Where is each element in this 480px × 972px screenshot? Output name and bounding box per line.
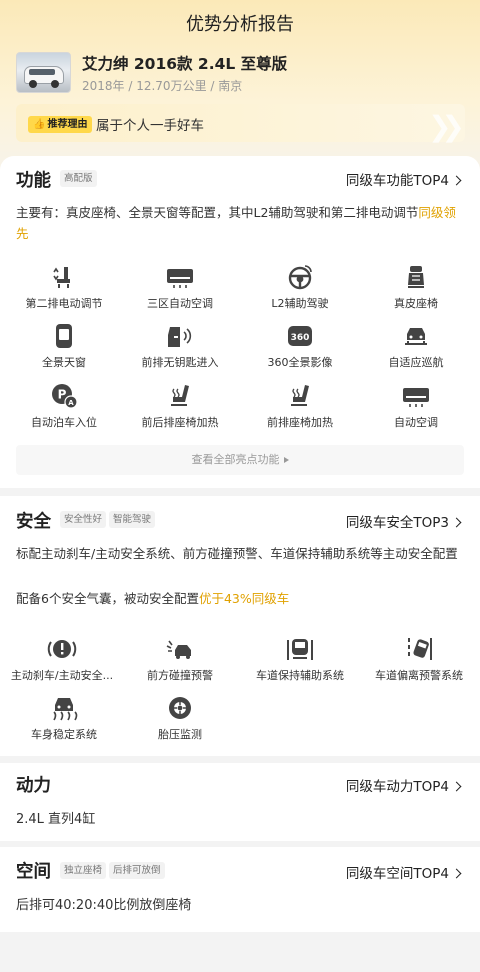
svg-text:360: 360 (291, 333, 310, 343)
auto-parking-icon: PA (52, 384, 78, 409)
adaptive-cruise-icon (405, 328, 427, 345)
feature-item[interactable]: 360 360全景影像 (244, 323, 356, 370)
safety-feature-item[interactable]: 车道保持辅助系统 (244, 636, 356, 683)
power-spec: 2.4L 直列4缸 (16, 812, 96, 827)
safety-feature-item[interactable]: 车身稳定系统 (8, 695, 120, 742)
function-rank-link[interactable]: 同级车功能TOP4 (346, 169, 462, 189)
feature-item[interactable]: 真皮座椅 (360, 264, 472, 311)
recommend-reason-text: 属于个人一手好车 (96, 118, 204, 134)
power-title: 动力 (16, 776, 51, 796)
function-title: 功能 (16, 171, 51, 191)
stability-control-icon (53, 698, 78, 721)
safety-feature-item[interactable]: 主动刹车/主动安全... (2, 636, 122, 683)
safety-badge: 安全性好 (60, 511, 107, 528)
auto-ac-icon (403, 388, 429, 407)
safety-feature-item[interactable]: 车道偏离预警系统 (362, 636, 476, 683)
space-rank-link[interactable]: 同级车空间TOP4 (346, 862, 462, 882)
power-rank-link[interactable]: 同级车动力TOP4 (346, 775, 462, 795)
triangle-right-icon (283, 457, 289, 463)
page-title: 优势分析报告 (186, 14, 294, 35)
safety-section: 安全 安全性好 智能驾驶 同级车安全TOP3 标配主动刹车/主动安全系统、前方碰… (0, 496, 480, 756)
car-summary[interactable]: 艾力绅 2016款 2.4L 至尊版 2018年 / 12.70万公里 / 南京 (16, 52, 480, 97)
chevron-right-icon (451, 868, 462, 879)
leather-seat-icon (408, 266, 424, 288)
feature-item[interactable]: L2辅助驾驶 (244, 264, 356, 311)
view-all-features-button[interactable]: 查看全部亮点功能 (16, 445, 464, 475)
space-section: 空间 独立座椅 后排可放倒 同级车空间TOP4 后排可40:20:40比例放倒座… (0, 847, 480, 932)
function-badge: 高配版 (60, 170, 97, 187)
feature-item[interactable]: 前排无钥匙进入 (124, 323, 236, 370)
function-section: 功能 高配版 同级车功能TOP4 主要有：真皮座椅、全景天窗等配置，其中L2辅助… (0, 156, 480, 488)
feature-item[interactable]: 自动空调 (360, 383, 472, 430)
svg-text:A: A (68, 399, 74, 407)
feature-item[interactable]: PA 自动泊车入位 (8, 383, 120, 430)
thumbs-up-icon: 👍 (33, 119, 46, 130)
car-name: 艾力绅 2016款 2.4L 至尊版 (82, 55, 288, 73)
tire-pressure-icon (169, 697, 191, 719)
safety-feature-item[interactable]: 前方碰撞预警 (124, 636, 236, 683)
safety-airbag-text: 配备6个安全气囊，被动安全配置优于43%同级车 (16, 591, 290, 606)
lane-departure-icon (408, 638, 432, 660)
keyless-entry-icon (168, 327, 192, 347)
chevron-right-icon (451, 517, 462, 528)
front-seat-heating-icon (291, 385, 309, 406)
feature-item[interactable]: 第二排电动调节 (8, 264, 120, 311)
power-section: 动力 同级车动力TOP4 2.4L 直列4缸 (0, 763, 480, 841)
function-summary: 主要有：真皮座椅、全景天窗等配置，其中L2辅助驾驶和第二排电动调节同级领先 (16, 205, 456, 241)
feature-item[interactable]: 前后排座椅加热 (124, 383, 236, 430)
camera-360-icon: 360 (288, 326, 312, 346)
car-thumbnail[interactable] (16, 52, 71, 93)
safety-summary: 标配主动刹车/主动安全系统、前方碰撞预警、车道保持辅助系统等主动安全配置 (16, 546, 458, 561)
space-spec: 后排可40:20:40比例放倒座椅 (16, 898, 192, 913)
sunroof-icon (56, 324, 72, 348)
chevron-right-icon (451, 175, 462, 186)
space-badge: 后排可放倒 (109, 862, 165, 879)
feature-item[interactable]: 三区自动空调 (124, 264, 236, 311)
recommend-reason-tag: 👍 推荐理由 (28, 116, 93, 133)
air-conditioner-icon (167, 269, 193, 288)
chevron-decoration-icon: ❯❯ (428, 110, 465, 143)
feature-item[interactable]: 前排座椅加热 (244, 383, 356, 430)
space-badge: 独立座椅 (60, 862, 107, 879)
steering-wheel-icon (288, 265, 312, 290)
safety-title: 安全 (16, 512, 51, 532)
space-title: 空间 (16, 862, 51, 882)
seat-heating-icon (171, 385, 189, 406)
recommend-reason-banner: 👍 推荐理由 属于个人一手好车 ❯❯ (16, 104, 465, 143)
safety-rank-link[interactable]: 同级车安全TOP3 (346, 511, 462, 531)
brake-warning-icon (47, 640, 77, 658)
safety-badge: 智能驾驶 (109, 511, 156, 528)
seat-adjust-icon (53, 267, 70, 288)
chevron-right-icon (451, 781, 462, 792)
feature-item[interactable]: 全景天窗 (8, 323, 120, 370)
collision-warning-icon (166, 640, 191, 659)
safety-feature-item[interactable]: 胎压监测 (124, 695, 236, 742)
car-meta: 2018年 / 12.70万公里 / 南京 (82, 79, 243, 93)
feature-item[interactable]: 自适应巡航 (360, 323, 472, 370)
lane-keep-icon (287, 639, 313, 660)
